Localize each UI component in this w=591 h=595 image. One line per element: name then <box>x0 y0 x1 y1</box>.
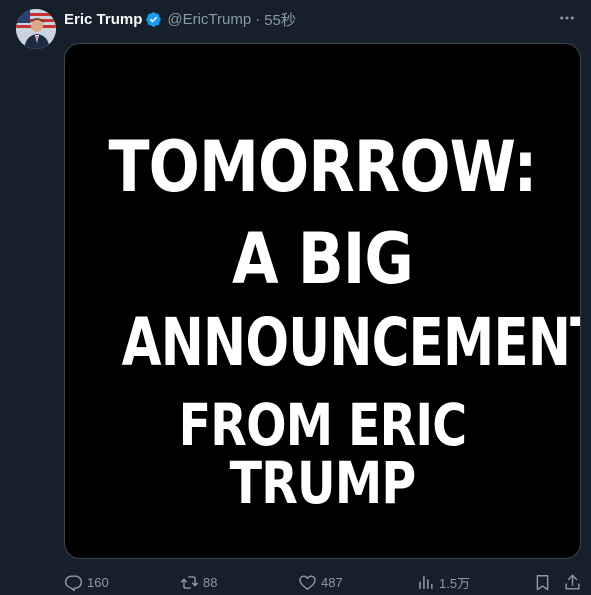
views-count: 1.5万 <box>439 575 471 591</box>
media-text-line: FROM ERIC TRUMP <box>178 391 468 517</box>
retweet-count: 88 <box>203 574 218 590</box>
avatar-image <box>16 9 56 49</box>
media-text-line: A BIG <box>232 218 414 300</box>
share-button[interactable] <box>563 570 582 594</box>
reply-count: 160 <box>87 574 109 590</box>
action-bar: 160 88 487 1.5万 <box>0 570 591 594</box>
retweet-icon <box>180 575 199 589</box>
timestamp[interactable]: 55秒 <box>264 9 296 30</box>
views-button[interactable]: 1.5万 <box>416 570 470 594</box>
display-name[interactable]: Eric Trump <box>64 11 142 28</box>
heart-icon <box>299 574 316 590</box>
bookmark-icon <box>536 574 549 590</box>
reply-button[interactable]: 160 <box>64 570 109 594</box>
more-options-icon[interactable] <box>555 8 579 28</box>
media-text-line: ANNOUNCEMENT <box>121 304 581 381</box>
verified-badge-icon <box>145 11 162 28</box>
avatar[interactable] <box>16 9 56 49</box>
analytics-icon <box>419 575 433 589</box>
bookmark-button[interactable] <box>533 570 552 594</box>
media-text-line: TOMORROW: <box>108 126 537 208</box>
separator-dot: · <box>255 10 261 28</box>
tweet-header: Eric Trump @EricTrump · 55秒 <box>64 9 296 29</box>
reply-icon <box>64 574 83 591</box>
retweet-button[interactable]: 88 <box>180 570 217 594</box>
like-count: 487 <box>321 574 343 590</box>
tweet-media-image[interactable]: TOMORROW: A BIG ANNOUNCEMENT FROM ERIC T… <box>64 43 581 559</box>
share-icon <box>565 574 580 590</box>
handle[interactable]: @EricTrump <box>167 11 251 28</box>
tweet: Eric Trump @EricTrump · 55秒 TOMORROW: A … <box>0 0 591 595</box>
like-button[interactable]: 487 <box>298 570 343 594</box>
